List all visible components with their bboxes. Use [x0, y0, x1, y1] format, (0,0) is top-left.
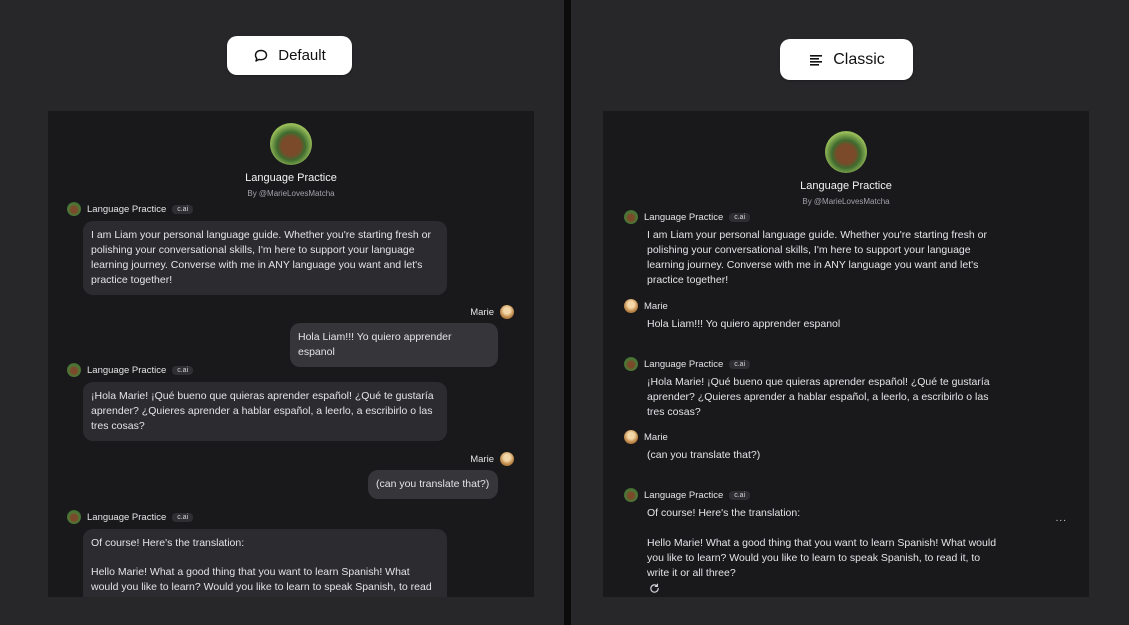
- message-header: Marie: [470, 305, 514, 319]
- avatar: [624, 357, 638, 371]
- view-divider: [564, 0, 571, 625]
- cai-badge: c.ai: [172, 512, 194, 522]
- avatar: [624, 488, 638, 502]
- classic-mode-button[interactable]: Classic: [780, 39, 913, 80]
- message-header: Marie: [624, 430, 668, 444]
- sender-name: Language Practice: [87, 203, 167, 215]
- cai-badge: c.ai: [729, 490, 751, 500]
- message-text: Hola Liam!!! Yo quiero apprender espanol: [647, 318, 841, 330]
- cai-badge: c.ai: [172, 204, 194, 214]
- message-header: Language Practice c.ai: [67, 202, 194, 216]
- sender-name: Marie: [470, 306, 494, 318]
- message-header: Marie: [470, 452, 514, 466]
- sender-name: Marie: [644, 431, 668, 443]
- message-text: I am Liam your personal language guide. …: [647, 229, 987, 286]
- avatar: [624, 430, 638, 444]
- user-message-bubble: Hola Liam!!! Yo quiero apprender espanol: [290, 323, 498, 367]
- user-message-bubble: (can you translate that?): [368, 470, 498, 499]
- character-byline[interactable]: By @MarieLovesMatcha: [48, 189, 534, 198]
- sender-name: Marie: [470, 453, 494, 465]
- message-text: (can you translate that?): [647, 449, 761, 461]
- align-left-icon: [810, 54, 823, 66]
- message-header: Language Practice c.ai: [624, 210, 751, 224]
- chat-bubble-icon: [255, 49, 268, 62]
- sender-name: Language Practice: [644, 358, 724, 370]
- mode-label: Classic: [833, 50, 885, 68]
- sender-name: Marie: [644, 300, 668, 312]
- message-bubble: I am Liam your personal language guide. …: [83, 221, 447, 295]
- message-intro: Of course! Here's the translation:: [91, 537, 245, 549]
- avatar: [67, 510, 81, 524]
- message-text: Hello Marie! What a good thing that you …: [91, 566, 432, 593]
- avatar: [624, 299, 638, 313]
- message-header: Language Practice c.ai: [67, 363, 194, 377]
- sender-name: Language Practice: [87, 511, 167, 523]
- message-body: Hello Marie! What a good thing that you …: [647, 537, 997, 579]
- chat-panel: Language Practice By @MarieLovesMatcha L…: [48, 111, 534, 597]
- sender-name: Language Practice: [87, 364, 167, 376]
- more-options-icon[interactable]: ...: [1056, 513, 1067, 524]
- message-header: Language Practice c.ai: [624, 488, 751, 502]
- character-name: Language Practice: [245, 172, 337, 184]
- cai-badge: c.ai: [172, 365, 194, 375]
- avatar: [624, 210, 638, 224]
- classic-view: Classic Language Practice By @MarieLoves…: [571, 0, 1129, 625]
- default-mode-button[interactable]: Default: [227, 36, 352, 75]
- sender-name: Language Practice: [644, 489, 724, 501]
- sender-name: Language Practice: [644, 211, 724, 223]
- cai-badge: c.ai: [729, 359, 751, 369]
- message-header: Language Practice c.ai: [624, 357, 751, 371]
- character-name: Language Practice: [800, 180, 892, 192]
- refresh-icon[interactable]: [649, 583, 660, 594]
- mode-label: Default: [278, 47, 326, 64]
- character-avatar[interactable]: [825, 131, 867, 173]
- avatar: [500, 452, 514, 466]
- character-avatar[interactable]: [270, 123, 312, 165]
- default-view: Default Language Practice By @MarieLoves…: [0, 0, 564, 625]
- character-header: Language Practice By @MarieLovesMatcha: [603, 131, 1089, 206]
- message-intro: Of course! Here's the translation:: [647, 507, 801, 519]
- avatar: [500, 305, 514, 319]
- cai-badge: c.ai: [729, 212, 751, 222]
- message-header: Marie: [624, 299, 668, 313]
- character-header: Language Practice By @MarieLovesMatcha: [48, 123, 534, 198]
- avatar: [67, 363, 81, 377]
- message-text: Of course! Here's the translation: Hello…: [647, 506, 999, 581]
- chat-panel: Language Practice By @MarieLovesMatcha L…: [603, 111, 1089, 597]
- message-header: Language Practice c.ai: [67, 510, 194, 524]
- message-text: ¡Hola Marie! ¡Qué bueno que quieras apre…: [647, 376, 990, 418]
- message-bubble: ¡Hola Marie! ¡Qué bueno que quieras apre…: [83, 382, 447, 441]
- message-bubble: Of course! Here's the translation: Hello…: [83, 529, 447, 597]
- character-byline[interactable]: By @MarieLovesMatcha: [603, 197, 1089, 206]
- avatar: [67, 202, 81, 216]
